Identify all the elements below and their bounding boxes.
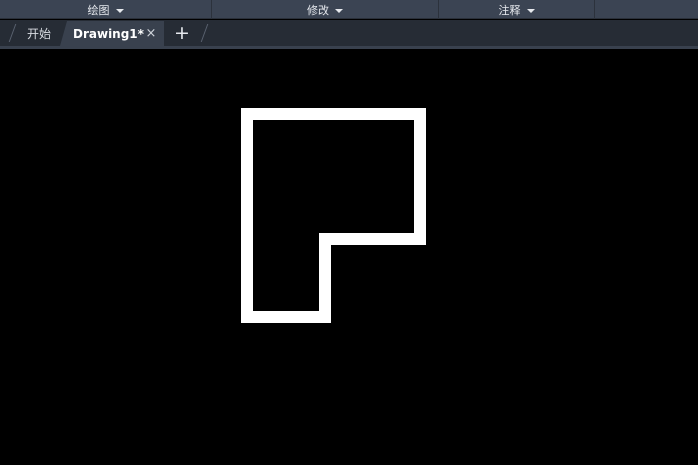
ribbon-panel-draw-label: 绘图	[87, 3, 110, 17]
drawn-polyline-shape[interactable]	[241, 108, 426, 323]
drawing-canvas[interactable]	[0, 49, 698, 465]
close-icon[interactable]: ×	[144, 21, 158, 46]
tab-drawing1-label: Drawing1*	[73, 26, 144, 41]
ribbon-panel-annotation-label: 注释	[498, 3, 521, 17]
tab-drawing1[interactable]: Drawing1* ×	[60, 21, 164, 46]
file-tab-bar: 开始 Drawing1* × +	[0, 20, 698, 46]
ribbon-panel-empty	[595, 0, 698, 19]
caret-down-icon	[115, 8, 124, 13]
drawing-svg	[241, 108, 426, 323]
caret-down-icon	[526, 8, 535, 13]
ribbon-panel-modify-label: 修改	[307, 3, 329, 17]
tab-start[interactable]: 开始	[18, 20, 60, 46]
ribbon-panel-annotation[interactable]: 注释	[439, 0, 595, 19]
ribbon-panel-bar: 绘图 修改 注释	[0, 0, 698, 19]
tab-start-label: 开始	[26, 26, 51, 41]
autocad-window: 绘图 修改 注释 开始 Drawing1* × +	[0, 0, 698, 465]
new-tab-plus-icon[interactable]: +	[172, 20, 192, 46]
ribbon-panel-modify[interactable]: 修改	[212, 0, 439, 19]
tab-separator	[8, 24, 17, 42]
ribbon-panel-draw[interactable]: 绘图	[0, 0, 212, 19]
tab-separator	[200, 24, 209, 42]
caret-down-icon	[335, 8, 343, 13]
